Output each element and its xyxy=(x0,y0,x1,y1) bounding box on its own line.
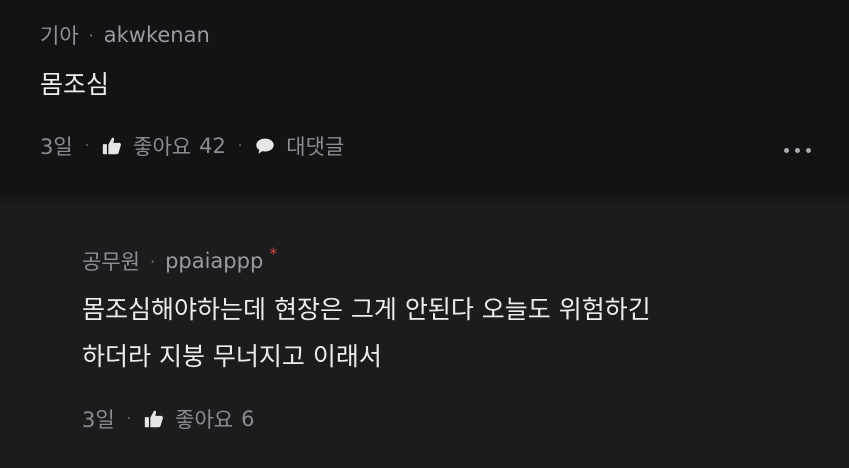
reply-label: 대댓글 xyxy=(286,135,345,159)
separator-dot: · xyxy=(126,411,132,427)
like-count: 6 xyxy=(241,407,255,431)
reply-category: 공무원 xyxy=(82,250,140,274)
comment-body: 몸조심 xyxy=(40,61,109,108)
reply-body-line: 하더라 지붕 무너지고 이래서 xyxy=(82,342,382,371)
reply-meta: 공무원 · ppaiappp * xyxy=(82,243,278,276)
thumbs-up-icon xyxy=(101,135,123,157)
comment: 기아 · akwkenan 몸조심 3일 · 좋아요 42 · 대댓글 xyxy=(0,0,849,196)
comment-body-line: 몸조심 xyxy=(40,70,110,99)
comment-meta: 기아 · akwkenan xyxy=(40,20,210,50)
comment-actions: 3일 · 좋아요 42 · 대댓글 xyxy=(40,131,344,161)
reply-button[interactable]: 대댓글 xyxy=(254,131,344,161)
thumbs-up-icon xyxy=(143,408,165,430)
more-dot xyxy=(795,148,800,153)
like-label: 좋아요 xyxy=(175,408,234,432)
more-dot xyxy=(806,148,811,153)
reply-username[interactable]: ppaiappp xyxy=(165,249,263,273)
comment-divider xyxy=(0,196,849,203)
comment-username[interactable]: akwkenan xyxy=(104,23,210,47)
like-button[interactable]: 좋아요 6 xyxy=(143,404,254,434)
comment-category: 기아 xyxy=(40,24,79,48)
more-options-icon[interactable] xyxy=(784,148,811,153)
separator-dot: · xyxy=(237,138,243,154)
separator-dot: · xyxy=(149,251,156,271)
reply-actions: 3일 · 좋아요 6 xyxy=(82,404,254,434)
comment-time: 3일 xyxy=(40,135,73,159)
reply-time: 3일 xyxy=(82,408,115,432)
reply-comment: 공무원 · ppaiappp * 몸조심해야하는데 현장은 그게 안된다 오늘도… xyxy=(0,203,849,468)
like-count: 42 xyxy=(199,134,226,158)
speech-bubble-icon xyxy=(254,135,276,157)
reply-body-line: 몸조심해야하는데 현장은 그게 안된다 오늘도 위험하긴 xyxy=(82,295,651,324)
like-label: 좋아요 xyxy=(133,135,192,159)
separator-dot: · xyxy=(88,25,94,45)
like-button[interactable]: 좋아요 42 xyxy=(101,131,226,161)
separator-dot: · xyxy=(84,138,90,154)
author-badge: * xyxy=(269,243,278,263)
more-dot xyxy=(784,148,789,153)
reply-body: 몸조심해야하는데 현장은 그게 안된다 오늘도 위험하긴 하더라 지붕 무너지고… xyxy=(82,286,651,380)
